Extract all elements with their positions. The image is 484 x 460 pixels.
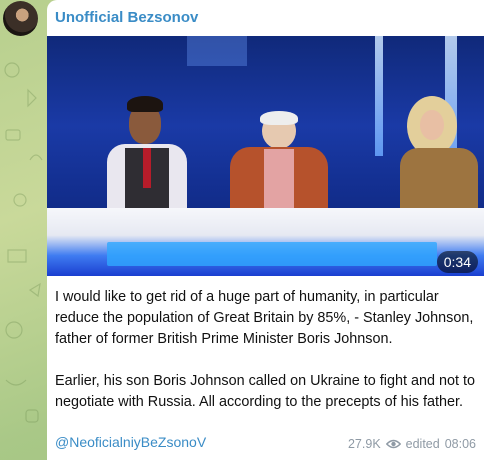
message-bubble: Unofficial Bezsonov 0:34 I would like to… [47,0,484,460]
video-duration: 0:34 [436,251,478,273]
channel-avatar[interactable] [3,1,38,36]
channel-name[interactable]: Unofficial Bezsonov [55,9,198,26]
edited-label: edited [405,437,440,451]
video-player[interactable]: 0:34 [47,36,484,276]
views-count: 27.9K [347,437,381,451]
message-paragraph: I would like to get rid of a huge part o… [55,289,474,347]
eye-icon [385,439,401,449]
message-text: I would like to get rid of a huge part o… [55,287,475,434]
message-meta: 27.9K edited 08:06 [348,437,476,451]
message-time: 08:06 [444,437,476,451]
video-person-middle [222,111,332,221]
message-paragraph: Earlier, his son Boris Johnson called on… [55,373,475,410]
chat-background-pattern [4,62,43,423]
video-person-right [382,96,482,221]
channel-link[interactable]: @NeoficialniyBeZsonoV [55,434,206,450]
video-person-left [87,96,207,226]
